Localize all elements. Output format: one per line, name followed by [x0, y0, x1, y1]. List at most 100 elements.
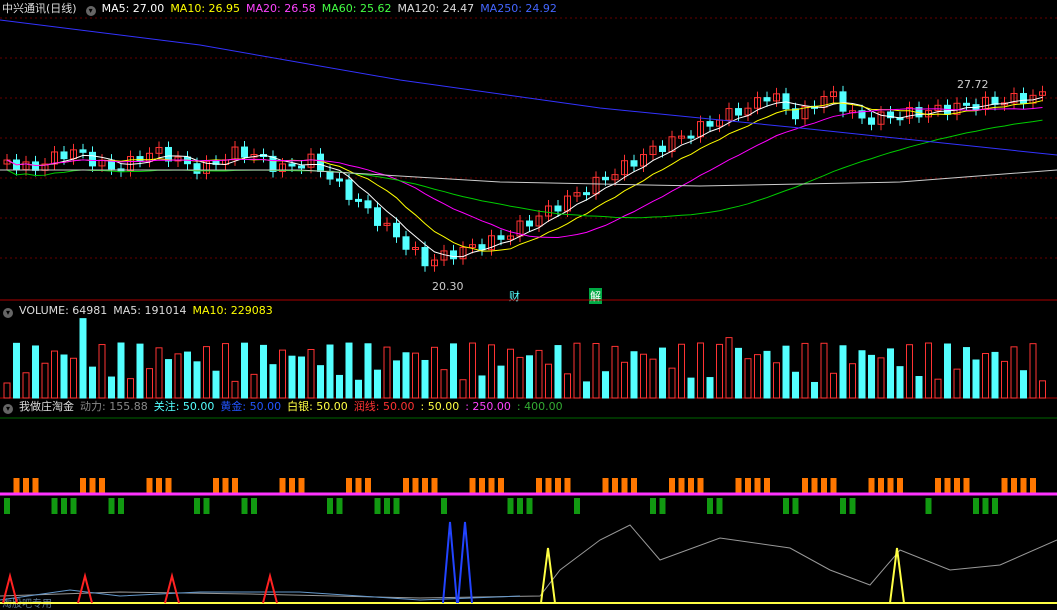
- volume-bar: [402, 352, 410, 399]
- signal-bar-green: [336, 498, 343, 514]
- volume-bar: [222, 343, 229, 399]
- volume-bar: [174, 353, 182, 399]
- volume-bar: [792, 371, 799, 399]
- signal-bar-green: [716, 498, 723, 514]
- signal-bar-orange: [13, 478, 20, 493]
- volume-bar: [583, 381, 590, 399]
- signal-bar-green: [526, 498, 533, 514]
- volume-bar: [184, 351, 191, 399]
- candle-body: [526, 220, 533, 227]
- volume-bar: [735, 347, 742, 399]
- volume-bar: [621, 361, 628, 399]
- volume-bar: [687, 377, 695, 399]
- candle-body: [839, 91, 847, 112]
- volume-bar: [478, 375, 486, 399]
- signal-bar-orange: [545, 478, 552, 493]
- signal-bar-green: [251, 498, 257, 514]
- signal-bar-green: [992, 498, 998, 514]
- spike-marker: [540, 547, 556, 604]
- candle-body: [193, 163, 201, 174]
- candle-body: [317, 153, 324, 172]
- signal-bar-green: [118, 498, 124, 514]
- candle-body: [393, 222, 400, 238]
- spike-marker: [262, 572, 278, 604]
- candle-body: [32, 161, 39, 171]
- signal-bar-orange: [821, 478, 827, 493]
- volume-bar: [535, 349, 543, 399]
- volume-bar: [972, 359, 980, 399]
- volume-bar: [193, 361, 201, 399]
- signal-bar-green: [973, 498, 979, 514]
- volume-bar: [706, 377, 714, 399]
- volume-bar: [526, 355, 533, 399]
- volume-bar: [440, 369, 448, 399]
- volume-bar: [668, 367, 676, 399]
- signal-bar-orange: [764, 478, 770, 493]
- signal-bar-green: [783, 498, 789, 514]
- signal-bar-orange: [669, 478, 675, 493]
- signal-bar-green: [650, 498, 656, 514]
- candle-body: [554, 205, 562, 212]
- volume-bar: [744, 358, 752, 399]
- volume-bar: [820, 342, 828, 399]
- volume-bar: [497, 365, 505, 399]
- signal-bar-orange: [89, 478, 96, 493]
- volume-bar: [1010, 346, 1018, 399]
- volume-bar: [336, 374, 343, 399]
- signal-bar-orange: [355, 478, 362, 493]
- signal-bar-green: [51, 498, 58, 514]
- volume-bar: [678, 343, 685, 399]
- volume-bar: [450, 343, 457, 399]
- candle-body: [345, 179, 353, 200]
- volume-bar: [250, 373, 258, 399]
- signal-bar-orange: [868, 478, 875, 493]
- volume-bar: [659, 347, 666, 399]
- ma120-line: [0, 169, 1057, 187]
- volume-bar: [782, 345, 790, 399]
- signal-bar-orange: [165, 478, 172, 493]
- volume-bar: [155, 347, 163, 399]
- volume-bar: [906, 344, 913, 399]
- volume-bar: [592, 342, 600, 399]
- signal-bar-orange: [536, 478, 542, 493]
- signal-bar-orange: [878, 478, 884, 493]
- candle-body: [706, 121, 714, 127]
- signal-bar-orange: [346, 478, 352, 493]
- volume-bar: [773, 362, 780, 399]
- volume-bar: [459, 379, 467, 399]
- signal-bar-orange: [1030, 478, 1036, 493]
- signal-bar-orange: [80, 478, 86, 493]
- volume-bar: [925, 342, 932, 399]
- signal-bar-orange: [213, 478, 219, 493]
- signal-bar-orange: [621, 478, 628, 493]
- candle-body: [497, 235, 505, 240]
- signal-bar-green: [517, 498, 523, 514]
- signal-bar-orange: [32, 478, 39, 493]
- candle-body: [241, 146, 248, 158]
- volume-bar: [830, 372, 837, 399]
- volume-bar: [896, 366, 904, 399]
- signal-bar-orange: [564, 478, 571, 493]
- signal-bar-green: [70, 498, 77, 514]
- candle-body: [963, 102, 970, 106]
- signal-bar-orange: [289, 478, 295, 493]
- volume-bar: [3, 382, 11, 399]
- candle-body: [298, 165, 305, 169]
- ma5-line: [6, 96, 1043, 258]
- signal-bar-orange: [631, 478, 637, 493]
- signal-bar-orange: [412, 478, 419, 493]
- signal-bar-green: [384, 498, 390, 514]
- signal-bar-green: [925, 498, 932, 514]
- volume-bar: [934, 378, 942, 399]
- volume-bar: [383, 346, 391, 399]
- ma60-line: [6, 119, 1043, 219]
- volume-bar: [507, 348, 514, 399]
- volume-bar: [203, 346, 210, 399]
- signal-bar-orange: [963, 478, 970, 493]
- signal-bar-green: [203, 498, 210, 514]
- signal-bar-orange: [422, 478, 428, 493]
- spike-marker: [457, 521, 473, 604]
- signal-bar-orange: [802, 478, 808, 493]
- guanzhu-line: [0, 589, 521, 601]
- volume-bar: [412, 352, 419, 399]
